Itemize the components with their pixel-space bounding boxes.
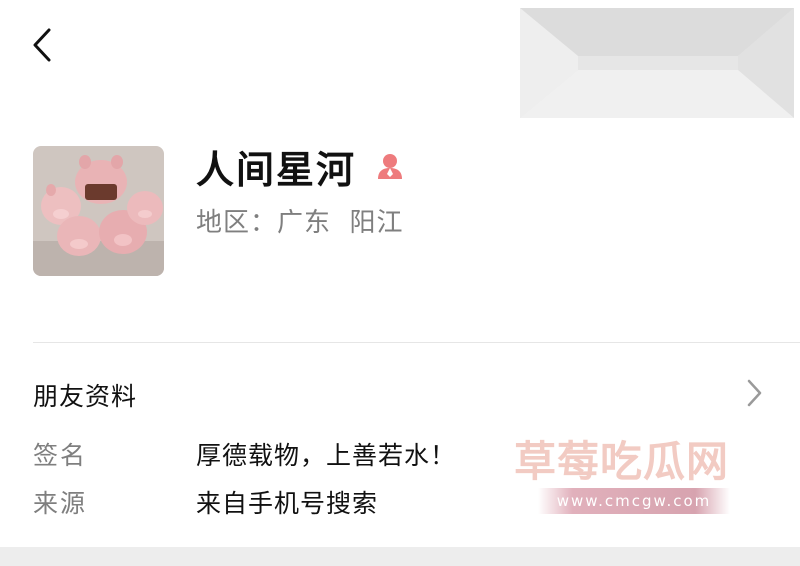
- section-title: 朋友资料: [33, 382, 138, 411]
- avatar[interactable]: [33, 146, 164, 276]
- region-text: 地区：广东 阳江: [196, 208, 404, 238]
- chevron-left-icon: [33, 28, 51, 62]
- divider: [33, 342, 800, 343]
- source-label: 来源: [33, 489, 88, 518]
- placeholder-image: [520, 8, 794, 118]
- back-button[interactable]: [22, 22, 66, 70]
- source-value: 来自手机号搜索: [196, 489, 379, 518]
- avatar-image: [33, 146, 164, 276]
- nickname-row: 人间星河: [196, 138, 406, 194]
- bottom-bar: [0, 547, 800, 566]
- chevron-right-icon: [747, 379, 762, 407]
- signature-label: 签名: [33, 441, 88, 470]
- watermark-text: 草莓吃瓜网: [514, 437, 730, 486]
- watermark-url: www.cmcgw.com: [538, 488, 730, 514]
- signature-value: 厚德载物，上善若水！: [196, 441, 457, 470]
- female-icon: [374, 150, 406, 182]
- nickname: 人间星河: [196, 147, 357, 192]
